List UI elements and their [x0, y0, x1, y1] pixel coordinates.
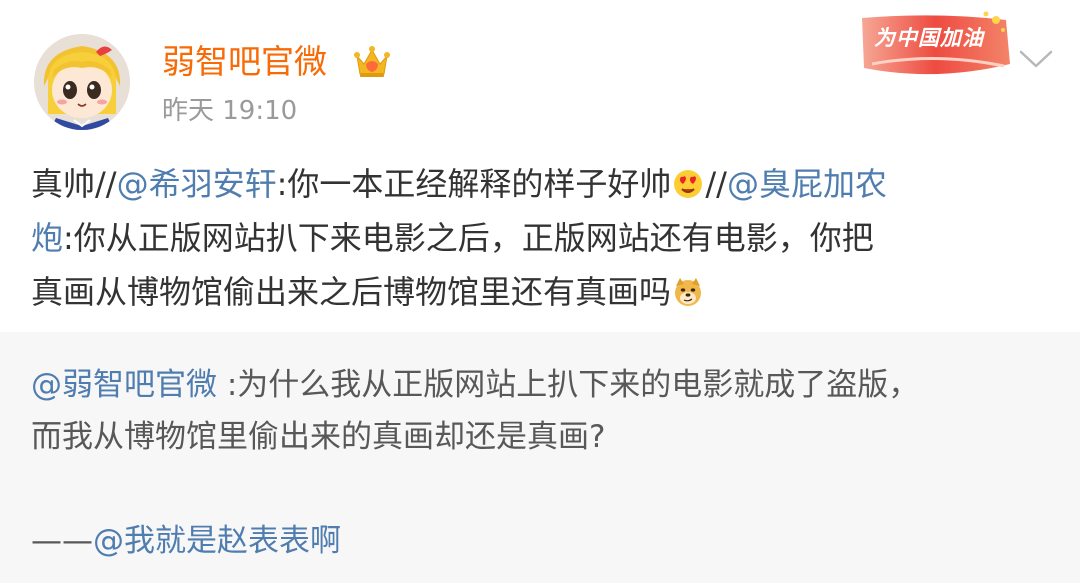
content-text: :你从正版网站扒下来电影之后，正版网站还有电影，你把: [63, 219, 874, 257]
cheer-china-badge[interactable]: 为中国加油: [856, 8, 1014, 80]
content-text: //: [705, 165, 727, 203]
repost-block[interactable]: @弱智吧官微 :为什么我从正版网站上扒下来的电影就成了盗版， 而我从博物馆里偷出…: [0, 332, 1080, 583]
weibo-post: 弱智吧官微 昨天 19:10 为中国加油 真帅//@希羽安轩:你一本正经解释的样…: [0, 0, 1080, 332]
mention-link[interactable]: @我就是赵表表啊: [93, 523, 341, 559]
content-line-3: 真画从博物馆偷出来之后博物馆里还有真画吗: [31, 265, 1041, 319]
content-text: 真帅//: [31, 165, 117, 203]
repost-blank-line: [31, 463, 1051, 515]
heart-eyes-emoji-icon: [674, 170, 703, 198]
post-content: 真帅//@希羽安轩:你一本正经解释的样子好帅 //@臭屁加农 炮:你从正版网站扒…: [31, 157, 1041, 319]
content-text: 真画从博物馆偷出来之后博物馆里还有真画吗: [31, 273, 672, 311]
content-text: :你一本正经解释的样子好帅: [276, 165, 672, 203]
content-line-2: 炮:你从正版网站扒下来电影之后，正版网站还有电影，你把: [31, 211, 1041, 265]
badge-label: 为中国加油: [874, 26, 984, 50]
content-line-1: 真帅//@希羽安轩:你一本正经解释的样子好帅 //@臭屁加农: [31, 157, 1041, 211]
repost-line-1: @弱智吧官微 :为什么我从正版网站上扒下来的电影就成了盗版，: [31, 359, 1051, 411]
repost-signature: ——@我就是赵表表啊: [31, 515, 1051, 567]
mention-link[interactable]: @希羽安轩: [117, 165, 277, 203]
avatar[interactable]: [34, 34, 130, 130]
chevron-down-icon[interactable]: [1016, 44, 1056, 74]
repost-line-2: 而我从博物馆里偷出来的真画却还是真画?: [31, 411, 1051, 463]
signature-dash: ——: [31, 523, 93, 559]
mention-link[interactable]: @臭屁加农: [727, 165, 887, 203]
mention-link[interactable]: 炮: [31, 219, 63, 257]
repost-text: 而我从博物馆里偷出来的真画却还是真画?: [31, 419, 606, 455]
doge-emoji-icon: [675, 278, 702, 306]
vip-crown-icon[interactable]: [352, 44, 392, 80]
post-time: 昨天 19:10: [162, 96, 298, 126]
mention-link[interactable]: @弱智吧官微: [31, 367, 217, 403]
repost-text: :为什么我从正版网站上扒下来的电影就成了盗版，: [217, 367, 920, 403]
avatar-image: [34, 34, 130, 130]
repost-content: @弱智吧官微 :为什么我从正版网站上扒下来的电影就成了盗版， 而我从博物馆里偷出…: [31, 359, 1051, 567]
username[interactable]: 弱智吧官微: [162, 42, 327, 82]
